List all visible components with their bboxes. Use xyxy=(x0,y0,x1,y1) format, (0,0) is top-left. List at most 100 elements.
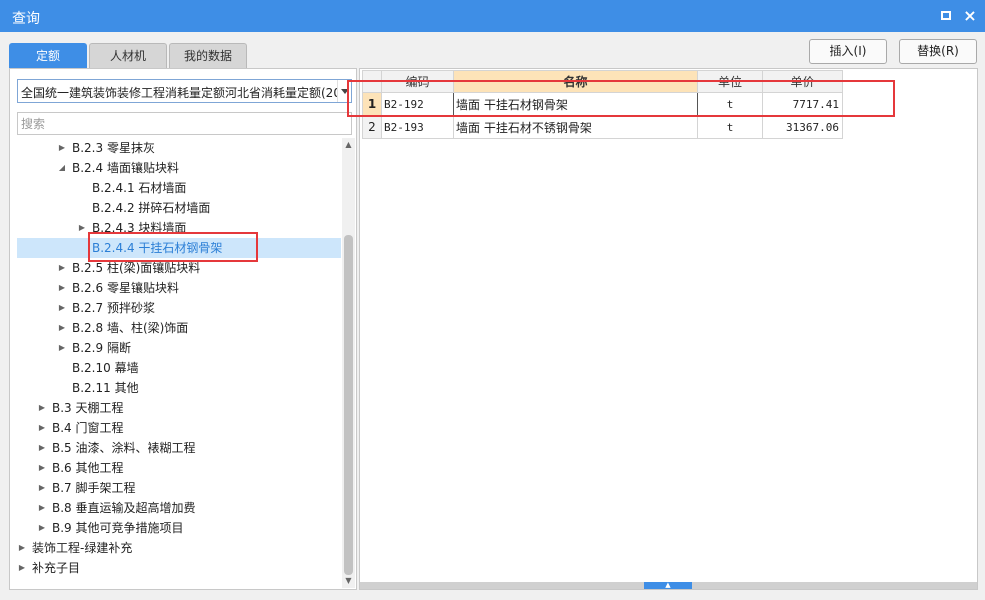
tree-node[interactable]: ▶ B.6 其他工程 xyxy=(17,458,341,478)
tree-node[interactable]: ▶ B.2.5 柱(梁)面镶贴块料 xyxy=(17,258,341,278)
collapsed-arrow-icon[interactable]: ▶ xyxy=(57,298,67,318)
expanded-arrow-icon[interactable]: ◢ xyxy=(57,158,67,178)
tree-node[interactable]: B.2.11 其他 xyxy=(17,378,341,398)
tree-node-label: B.2.4.4 干挂石材钢骨架 xyxy=(92,241,223,255)
tree-node[interactable]: ▶ B.9 其他可竞争措施项目 xyxy=(17,518,341,538)
tree-node[interactable]: ▶ B.7 脚手架工程 xyxy=(17,478,341,498)
search-input[interactable] xyxy=(18,113,351,134)
cell-price[interactable]: 7717.41 xyxy=(762,92,843,116)
close-icon: × xyxy=(963,6,977,25)
collapsed-arrow-icon[interactable]: ▶ xyxy=(37,498,47,518)
collapsed-arrow-icon[interactable]: ▶ xyxy=(57,278,67,298)
tab-labor-material-machine[interactable]: 人材机 xyxy=(89,43,167,68)
collapsed-arrow-icon[interactable]: ▶ xyxy=(37,478,47,498)
collapsed-arrow-icon[interactable]: ▶ xyxy=(37,518,47,538)
tree-scrollbar[interactable]: ▲ ▼ xyxy=(342,138,355,588)
tree-node[interactable]: ▶ B.2.8 墙、柱(梁)饰面 xyxy=(17,318,341,338)
collapsed-arrow-icon[interactable]: ▶ xyxy=(57,338,67,358)
tree-node[interactable]: ▶ B.2.9 隔断 xyxy=(17,338,341,358)
tree-node[interactable]: ▶ B.8 垂直运输及超高增加费 xyxy=(17,498,341,518)
collapsed-arrow-icon[interactable]: ▶ xyxy=(57,318,67,338)
collapsed-arrow-icon[interactable]: ▶ xyxy=(37,438,47,458)
table-header-row: 编码 名称 单位 单价 xyxy=(362,70,843,93)
tree-node-label: B.2.4.2 拼碎石材墙面 xyxy=(92,201,211,215)
quota-tree-panel: 全国统一建筑装饰装修工程消耗量定额河北省消耗量定额(2012) ▶ B.2.3 零… xyxy=(9,68,357,590)
cell-code[interactable]: B2-192 xyxy=(381,92,454,116)
tree-node[interactable]: B.2.10 幕墙 xyxy=(17,358,341,378)
cell-price[interactable]: 31367.06 xyxy=(762,115,843,139)
tree-node-label: B.7 脚手架工程 xyxy=(52,481,136,495)
tree-node-label: B.2.4.3 块料墙面 xyxy=(92,221,187,235)
tree-node-label: B.2.6 零星镶贴块料 xyxy=(72,281,179,295)
cell-name[interactable]: 墙面 干挂石材不锈钢骨架 xyxy=(453,115,698,139)
title-bar: 查询 × xyxy=(0,0,985,32)
cell-code[interactable]: B2-193 xyxy=(381,115,454,139)
tree-node[interactable]: ▶ B.3 天棚工程 xyxy=(17,398,341,418)
collapsed-arrow-icon[interactable]: ▶ xyxy=(17,538,27,558)
tree-node[interactable]: B.2.4.2 拼碎石材墙面 xyxy=(17,198,341,218)
collapsed-arrow-icon[interactable]: ▶ xyxy=(57,138,67,158)
scroll-down-icon[interactable]: ▼ xyxy=(342,574,355,588)
row-number-header xyxy=(362,70,382,93)
tree-node[interactable]: B.2.4.1 石材墙面 xyxy=(17,178,341,198)
quota-library-value: 全国统一建筑装饰装修工程消耗量定额河北省消耗量定额(2012) xyxy=(21,86,352,100)
tree-node[interactable]: ▶ B.5 油漆、涂料、裱糊工程 xyxy=(17,438,341,458)
collapsed-arrow-icon[interactable]: ▶ xyxy=(37,418,47,438)
tab-quota[interactable]: 定额 xyxy=(9,43,87,68)
table-row[interactable]: 2 B2-193 墙面 干挂石材不锈钢骨架 t 31367.06 xyxy=(362,115,843,139)
scroll-up-icon[interactable]: ▲ xyxy=(342,138,355,152)
tree-node-label: B.5 油漆、涂料、裱糊工程 xyxy=(52,441,196,455)
tree-node-label: B.2.3 零星抹灰 xyxy=(72,141,155,155)
close-button[interactable]: × xyxy=(960,6,980,26)
column-header-code[interactable]: 编码 xyxy=(381,70,454,93)
quota-library-select[interactable]: 全国统一建筑装饰装修工程消耗量定额河北省消耗量定额(2012) xyxy=(17,79,352,103)
tab-my-data[interactable]: 我的数据 xyxy=(169,43,247,68)
tree-node[interactable]: ▶ B.2.4.3 块料墙面 xyxy=(17,218,341,238)
insert-button[interactable]: 插入(I) xyxy=(809,39,887,64)
horizontal-scrollbar[interactable]: ▲ xyxy=(360,582,977,589)
search-box[interactable] xyxy=(17,112,352,135)
tree-node-label: B.2.5 柱(梁)面镶贴块料 xyxy=(72,261,201,275)
window-title: 查询 xyxy=(12,11,40,27)
tree-node[interactable]: ▶ B.2.7 预拌砂浆 xyxy=(17,298,341,318)
column-header-unit[interactable]: 单位 xyxy=(697,70,763,93)
tree-node-label: B.2.4.1 石材墙面 xyxy=(92,181,187,195)
tree-node-label: B.3 天棚工程 xyxy=(52,401,124,415)
collapsed-arrow-icon[interactable]: ▶ xyxy=(17,558,27,578)
tree-node[interactable]: ▶ B.4 门窗工程 xyxy=(17,418,341,438)
table-row[interactable]: 1 B2-192 墙面 干挂石材钢骨架 t 7717.41 xyxy=(362,92,843,116)
tree-node[interactable]: ▶ 装饰工程-绿建补充 xyxy=(17,538,341,558)
tree-node-label: 补充子目 xyxy=(32,561,81,575)
collapsed-arrow-icon[interactable]: ▶ xyxy=(37,458,47,478)
tree-node-label: B.6 其他工程 xyxy=(52,461,124,475)
tree-node-label: B.2.7 预拌砂浆 xyxy=(72,301,155,315)
cell-name[interactable]: 墙面 干挂石材钢骨架 xyxy=(453,92,698,116)
tree-node[interactable]: ▶ B.2.3 零星抹灰 xyxy=(17,138,341,158)
collapsed-arrow-icon[interactable]: ▶ xyxy=(37,398,47,418)
tree-node-label: B.2.4 墙面镶贴块料 xyxy=(72,161,179,175)
collapse-handle-icon[interactable]: ▲ xyxy=(644,582,692,589)
collapsed-arrow-icon[interactable]: ▶ xyxy=(77,218,87,238)
tree-node[interactable]: ◢ B.2.4 墙面镶贴块料 xyxy=(17,158,341,178)
restore-icon xyxy=(941,11,951,20)
cell-unit[interactable]: t xyxy=(697,92,763,116)
row-number: 2 xyxy=(362,115,382,139)
restore-button[interactable] xyxy=(936,6,956,26)
collapsed-arrow-icon[interactable]: ▶ xyxy=(57,258,67,278)
tree-node-label: B.9 其他可竞争措施项目 xyxy=(52,521,184,535)
tree-node-label: B.8 垂直运输及超高增加费 xyxy=(52,501,196,515)
tree-node[interactable]: ▶ B.2.6 零星镶贴块料 xyxy=(17,278,341,298)
results-panel: 编码 名称 单位 单价 1 B2-192 墙面 干挂石材钢骨架 t 7717.4… xyxy=(359,68,978,590)
tree-node-label: B.2.10 幕墙 xyxy=(72,361,139,375)
tree-node[interactable]: ▶ 补充子目 xyxy=(17,558,341,578)
chevron-down-icon[interactable] xyxy=(337,80,351,102)
column-header-price[interactable]: 单价 xyxy=(762,70,843,93)
scroll-thumb[interactable] xyxy=(344,235,353,575)
cell-unit[interactable]: t xyxy=(697,115,763,139)
row-number: 1 xyxy=(362,92,382,116)
tree-node-label: B.2.9 隔断 xyxy=(72,341,131,355)
tree-node[interactable]: B.2.4.4 干挂石材钢骨架 xyxy=(17,238,341,258)
quota-tree: ▶ B.2.3 零星抹灰 ◢ B.2.4 墙面镶贴块料 B.2.4.1 石材墙面 B.2.… xyxy=(17,138,341,588)
column-header-name[interactable]: 名称 xyxy=(453,70,698,93)
replace-button[interactable]: 替换(R) xyxy=(899,39,977,64)
